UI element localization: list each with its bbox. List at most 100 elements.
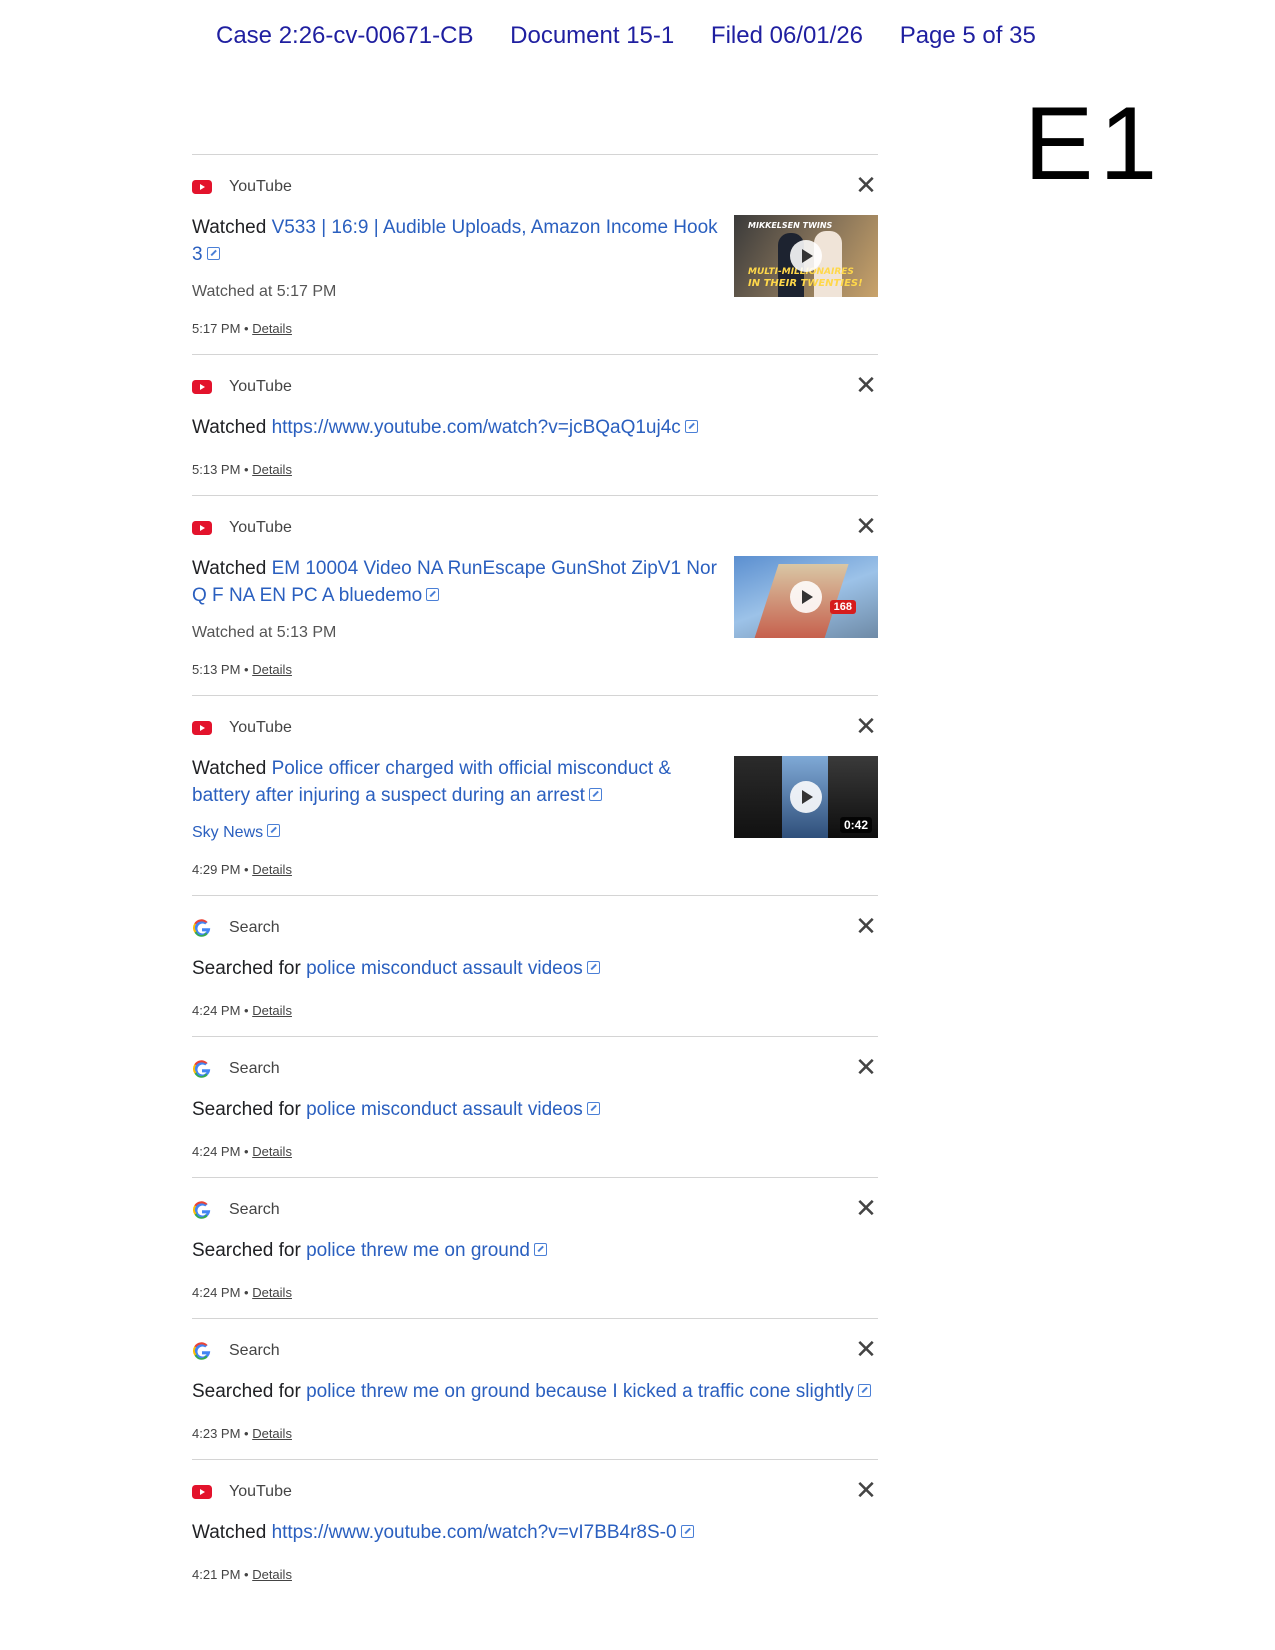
item-time: 4:24 PM (192, 1285, 241, 1300)
activity-link[interactable]: police threw me on ground because I kick… (306, 1381, 854, 1402)
external-link-icon[interactable] (534, 1243, 547, 1256)
details-link[interactable]: Details (252, 321, 292, 336)
activity-link[interactable]: police threw me on ground (306, 1240, 530, 1261)
activity-title: Searched for police misconduct assault v… (192, 1096, 792, 1123)
activity-prefix: Watched (192, 417, 272, 438)
item-header: Search (192, 1200, 280, 1220)
external-link-icon[interactable] (267, 824, 281, 837)
details-link[interactable]: Details (252, 462, 292, 477)
item-header: Search (192, 1059, 280, 1079)
details-link[interactable]: Details (252, 1567, 292, 1582)
item-time: 4:23 PM (192, 1426, 241, 1441)
close-icon[interactable]: ✕ (854, 172, 878, 198)
activity-link[interactable]: police misconduct assault videos (306, 1099, 583, 1120)
youtube-icon (192, 380, 212, 394)
item-time: 4:21 PM (192, 1567, 241, 1582)
channel-link[interactable]: Sky News (192, 824, 281, 842)
video-thumbnail[interactable]: 168 (734, 556, 878, 638)
video-thumbnail[interactable]: MIKKELSEN TWINS MULTI-MILLIONAIRES IN TH… (734, 215, 878, 297)
item-time: 5:13 PM (192, 462, 241, 477)
item-header: Search (192, 918, 280, 938)
details-link[interactable]: Details (252, 862, 292, 877)
external-link-icon[interactable] (680, 1525, 694, 1538)
details-link[interactable]: Details (252, 1426, 292, 1441)
activity-title: Watched https://www.youtube.com/watch?v=… (192, 414, 752, 441)
activity-title: Watched https://www.youtube.com/watch?v=… (192, 1519, 752, 1546)
item-meta: 5:13 PM • Details (192, 462, 292, 477)
external-link-icon[interactable] (206, 247, 220, 260)
activity-link[interactable]: EM 10004 Video NA RunEscape GunShot ZipV… (192, 558, 717, 606)
activity-item: YouTube ✕ Watched V533 | 16:9 | Audible … (192, 154, 878, 354)
item-header: YouTube (192, 177, 292, 197)
source-label: YouTube (229, 519, 292, 536)
external-link-icon[interactable] (588, 788, 602, 801)
activity-link[interactable]: police misconduct assault videos (306, 958, 583, 979)
activity-item: YouTube ✕ Watched Police officer charged… (192, 695, 878, 895)
external-link-icon[interactable] (857, 1384, 871, 1397)
activity-item: Search ✕ Searched for police misconduct … (192, 895, 878, 1036)
item-header: YouTube (192, 1482, 292, 1502)
item-time: 4:24 PM (192, 1003, 241, 1018)
close-icon[interactable]: ✕ (854, 372, 878, 398)
youtube-icon (192, 1485, 212, 1499)
activity-link[interactable]: https://www.youtube.com/watch?v=jcBQaQ1u… (272, 417, 681, 438)
activity-title: Watched V533 | 16:9 | Audible Uploads, A… (192, 214, 722, 268)
item-meta: 4:21 PM • Details (192, 1567, 292, 1582)
close-icon[interactable]: ✕ (854, 513, 878, 539)
details-link[interactable]: Details (252, 1144, 292, 1159)
video-duration: 0:42 (839, 817, 872, 833)
close-icon[interactable]: ✕ (854, 1054, 878, 1080)
activity-prefix: Searched for (192, 1240, 307, 1261)
details-link[interactable]: Details (252, 1285, 292, 1300)
source-label: Search (229, 919, 280, 936)
item-meta: 4:29 PM • Details (192, 862, 292, 877)
source-label: Search (229, 1342, 280, 1359)
activity-prefix: Watched (192, 758, 272, 779)
source-label: YouTube (229, 719, 292, 736)
close-icon[interactable]: ✕ (854, 913, 878, 939)
play-icon[interactable] (790, 781, 822, 813)
page-number: Page 5 of 35 (899, 22, 1036, 49)
source-label: Search (229, 1060, 280, 1077)
case-header: Case 2:26-cv-00671-CB Document 15-1 File… (216, 22, 1066, 50)
close-icon[interactable]: ✕ (854, 713, 878, 739)
channel-name[interactable]: Sky News (192, 824, 263, 841)
activity-prefix: Watched (192, 558, 272, 579)
play-icon[interactable] (790, 581, 822, 613)
source-label: Search (229, 1201, 280, 1218)
item-meta: 4:24 PM • Details (192, 1144, 292, 1159)
filed-date: Filed 06/01/26 (710, 22, 864, 49)
item-header: YouTube (192, 718, 292, 738)
google-icon (192, 1201, 211, 1219)
thumbnail-text-1: MIKKELSEN TWINS (748, 221, 833, 230)
activity-link[interactable]: https://www.youtube.com/watch?v=vI7BB4r8… (272, 1522, 677, 1543)
activity-prefix: Searched for (192, 958, 307, 979)
case-number: Case 2:26-cv-00671-CB (216, 22, 474, 49)
activity-title: Searched for police misconduct assault v… (192, 955, 792, 982)
watched-at: Watched at 5:17 PM (192, 283, 337, 300)
meta-separator: • (240, 1567, 253, 1582)
youtube-icon (192, 180, 212, 194)
details-link[interactable]: Details (252, 1003, 292, 1018)
activity-link[interactable]: V533 | 16:9 | Audible Uploads, Amazon In… (192, 217, 718, 265)
details-link[interactable]: Details (252, 662, 292, 677)
google-icon (192, 1060, 211, 1078)
meta-separator: • (240, 462, 253, 477)
external-link-icon[interactable] (426, 588, 440, 601)
close-icon[interactable]: ✕ (854, 1477, 878, 1503)
source-label: YouTube (229, 178, 292, 195)
meta-separator: • (240, 662, 253, 677)
exhibit-label: E1 (1024, 86, 1164, 202)
meta-separator: • (240, 321, 253, 336)
close-icon[interactable]: ✕ (854, 1195, 878, 1221)
external-link-icon[interactable] (586, 961, 600, 974)
video-thumbnail[interactable]: 0:42 (734, 756, 878, 838)
external-link-icon[interactable] (586, 1102, 600, 1115)
watched-at: Watched at 5:13 PM (192, 624, 337, 641)
external-link-icon[interactable] (684, 420, 698, 433)
play-icon[interactable] (790, 240, 822, 272)
close-icon[interactable]: ✕ (854, 1336, 878, 1362)
item-meta: 5:17 PM • Details (192, 321, 292, 336)
activity-title: Searched for police threw me on ground (192, 1237, 792, 1264)
item-time: 5:13 PM (192, 662, 241, 677)
